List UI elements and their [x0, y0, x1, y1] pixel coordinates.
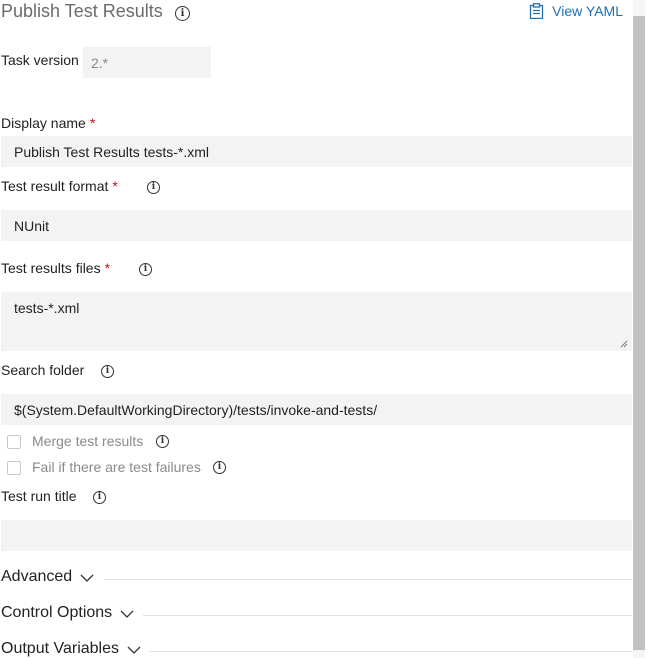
page-title: Publish Test Results [1, 1, 163, 22]
test-results-files-label: Test results files * [1, 260, 110, 276]
chevron-down-icon [127, 646, 141, 654]
search-folder-input[interactable]: $(System.DefaultWorkingDirectory)/tests/… [1, 394, 632, 425]
test-run-title-input[interactable] [1, 520, 632, 551]
info-icon[interactable]: i [147, 181, 160, 194]
section-output-variables[interactable]: Output Variables [1, 640, 141, 658]
test-results-files-textarea[interactable]: tests-*.xml [1, 292, 632, 351]
required-marker: * [89, 115, 96, 131]
chevron-down-icon [120, 610, 134, 618]
display-name-input[interactable]: Publish Test Results tests-*.xml [1, 136, 632, 167]
info-icon[interactable]: i [175, 6, 190, 21]
test-result-format-value: NUnit [14, 217, 50, 234]
section-advanced-label: Advanced [1, 568, 73, 585]
test-results-files-value: tests-*.xml [14, 300, 80, 316]
fail-on-failures-checkbox[interactable] [7, 461, 21, 475]
search-folder-label: Search folder [1, 362, 85, 378]
section-output-variables-label: Output Variables [1, 640, 119, 657]
info-icon[interactable]: i [93, 491, 106, 504]
divider [143, 615, 632, 616]
chevron-down-icon [80, 574, 94, 582]
test-results-files-label-text: Test results files [1, 260, 101, 276]
info-icon[interactable]: i [213, 461, 226, 474]
info-icon[interactable]: i [101, 365, 114, 378]
section-control-options-label: Control Options [1, 604, 113, 621]
clipboard-icon [530, 3, 544, 19]
merge-results-label: Merge test results [32, 433, 144, 449]
info-icon[interactable]: i [156, 435, 169, 448]
scrollbar-thumb[interactable] [633, 16, 645, 650]
test-run-title-label: Test run title [1, 488, 77, 504]
view-yaml-label: View YAML [552, 3, 623, 19]
section-advanced[interactable]: Advanced [1, 568, 94, 586]
resize-handle-icon[interactable] [620, 340, 628, 348]
divider [104, 579, 632, 580]
display-name-value: Publish Test Results tests-*.xml [14, 143, 210, 160]
divider [149, 651, 632, 652]
view-yaml-link[interactable]: View YAML [529, 3, 623, 19]
info-icon[interactable]: i [139, 263, 152, 276]
test-result-format-label-text: Test result format [1, 178, 109, 194]
required-marker: * [104, 260, 111, 276]
task-version-label: Task version [1, 52, 79, 68]
task-version-select[interactable]: 2.* [83, 47, 211, 78]
page-title-text: Publish Test Results [1, 1, 163, 21]
required-marker: * [112, 178, 118, 194]
fail-on-failures-label: Fail if there are test failures [32, 459, 201, 475]
task-version-value: 2.* [91, 54, 109, 71]
test-result-format-label: Test result format * [1, 178, 118, 194]
display-name-label-text: Display name [1, 115, 86, 131]
section-control-options[interactable]: Control Options [1, 604, 134, 622]
search-folder-value: $(System.DefaultWorkingDirectory)/tests/… [14, 401, 378, 418]
merge-results-checkbox[interactable] [7, 435, 21, 449]
display-name-label: Display name * [1, 115, 95, 131]
test-result-format-select[interactable]: NUnit [1, 210, 632, 241]
